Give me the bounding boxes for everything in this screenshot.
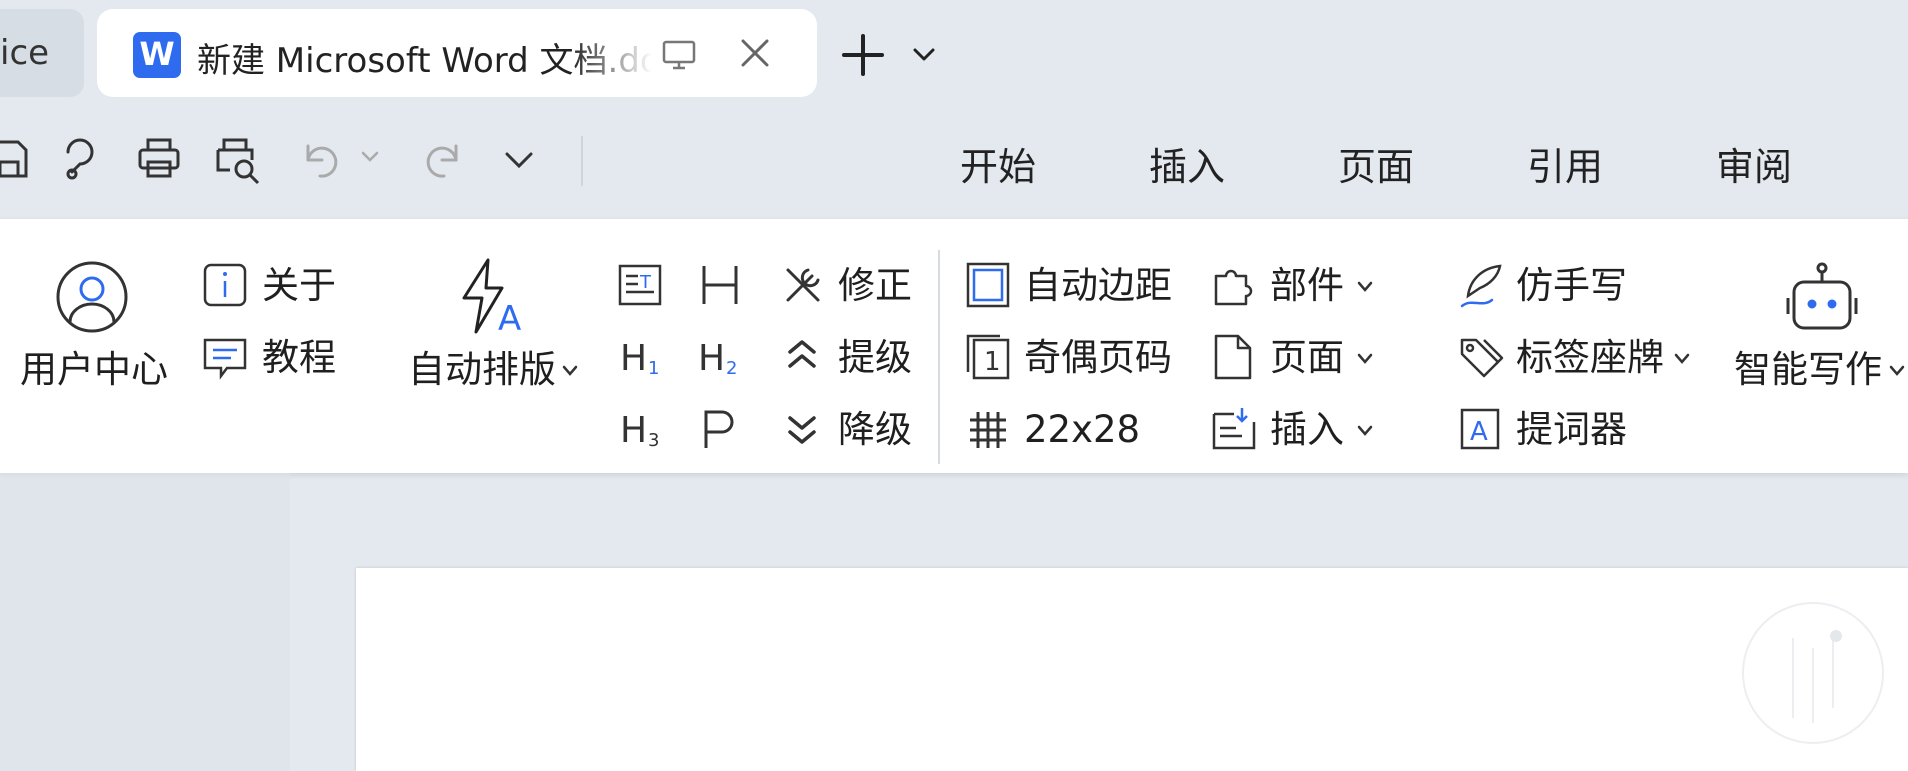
heading-2-icon[interactable]: H 2 [698,336,742,378]
page-button[interactable]: 页面 [1270,336,1344,380]
auto-format-lightning-icon: A [458,258,528,334]
promote-chevrons-up-icon [786,338,818,374]
teleprompter-icon: A [1460,408,1500,450]
tag-nameplate-chevron-down-icon[interactable] [1673,352,1691,366]
handwriting-button[interactable]: 仿手写 [1516,264,1627,308]
promote-level-button[interactable]: 提级 [838,336,912,380]
feather-pen-icon [1460,262,1504,308]
new-tab-plus-icon[interactable] [840,32,886,78]
info-icon [203,263,247,307]
tag-icon [1460,336,1504,380]
grid-icon [968,410,1008,450]
revise-button[interactable]: 修正 [838,264,912,308]
svg-text:1: 1 [648,358,659,378]
ribbon-separator [938,250,940,464]
format-painter-icon[interactable] [58,136,104,182]
close-tab-icon[interactable] [738,36,772,70]
quick-access-divider [581,136,583,186]
demote-level-button[interactable]: 降级 [838,408,912,452]
page-icon [1214,334,1252,380]
page-chevron-down-icon[interactable] [1356,352,1374,366]
user-center-icon [55,260,129,334]
tab-previous-label: ice [0,33,50,73]
tutorial-button[interactable]: 教程 [262,336,336,380]
tab-insert[interactable]: 插入 [1149,136,1225,191]
paragraph-icon[interactable] [700,408,740,450]
print-icon[interactable] [136,136,182,182]
tools-icon [782,264,824,306]
svg-text:H: H [620,338,647,378]
tab-references[interactable]: 引用 [1527,136,1603,191]
auto-margin-button[interactable]: 自动边距 [1024,264,1172,308]
tag-nameplate-button[interactable]: 标签座牌 [1516,336,1664,380]
canvas-background [0,473,290,771]
parts-button[interactable]: 部件 [1270,264,1344,308]
word-logo-icon: W [133,32,181,78]
heading-icon[interactable] [700,264,740,306]
tab-title: 新建 Microsoft Word 文档.docx [197,41,652,81]
watermark-logo-icon [1738,598,1888,748]
user-center-button[interactable]: 用户中心 [20,348,168,392]
heading-1-icon[interactable]: H 1 [620,336,664,378]
svg-text:H: H [698,338,725,378]
body-text-icon[interactable]: T [618,264,662,306]
insert-button[interactable]: 插入 [1270,408,1344,452]
screen-icon[interactable] [661,37,697,73]
robot-icon [1786,262,1858,334]
tab-list-chevron-down-icon[interactable] [911,44,937,64]
tab-home[interactable]: 开始 [960,136,1036,191]
save-icon[interactable] [0,136,30,182]
insert-content-icon [1212,406,1256,450]
demote-chevrons-down-icon [786,410,818,446]
svg-text:1: 1 [984,347,1001,377]
auto-format-chevron-down-icon[interactable] [561,364,579,378]
auto-format-button[interactable]: 自动排版 [408,348,556,392]
about-button[interactable]: 关于 [262,264,336,308]
svg-text:T: T [639,272,652,293]
svg-text:2: 2 [726,358,737,378]
insert-chevron-down-icon[interactable] [1356,424,1374,438]
tab-page[interactable]: 页面 [1338,136,1414,191]
undo-dropdown-chevron-icon[interactable] [360,150,380,164]
teleprompter-button[interactable]: 提词器 [1516,408,1627,452]
odd-even-page-number-button[interactable]: 奇偶页码 [1024,336,1172,380]
document-page[interactable] [356,568,1908,771]
svg-text:H: H [620,410,647,450]
page-number-icon: 1 [966,334,1010,380]
margin-icon [966,262,1010,308]
tutorial-icon [203,336,247,380]
heading-3-icon[interactable]: H 3 [620,408,664,450]
customize-quick-access-chevron-icon[interactable] [504,150,534,170]
smart-writing-chevron-down-icon[interactable] [1888,364,1906,378]
parts-chevron-down-icon[interactable] [1356,280,1374,294]
redo-icon[interactable] [422,136,462,182]
svg-text:3: 3 [648,430,659,450]
puzzle-piece-icon [1212,264,1254,306]
print-preview-icon[interactable] [214,136,264,186]
smart-writing-button[interactable]: 智能写作 [1734,348,1882,392]
grid-size-button[interactable]: 22x28 [1024,408,1140,452]
svg-text:A: A [498,299,521,334]
svg-text:A: A [1470,417,1488,447]
tab-review[interactable]: 审阅 [1716,136,1792,191]
undo-icon[interactable] [302,136,342,182]
